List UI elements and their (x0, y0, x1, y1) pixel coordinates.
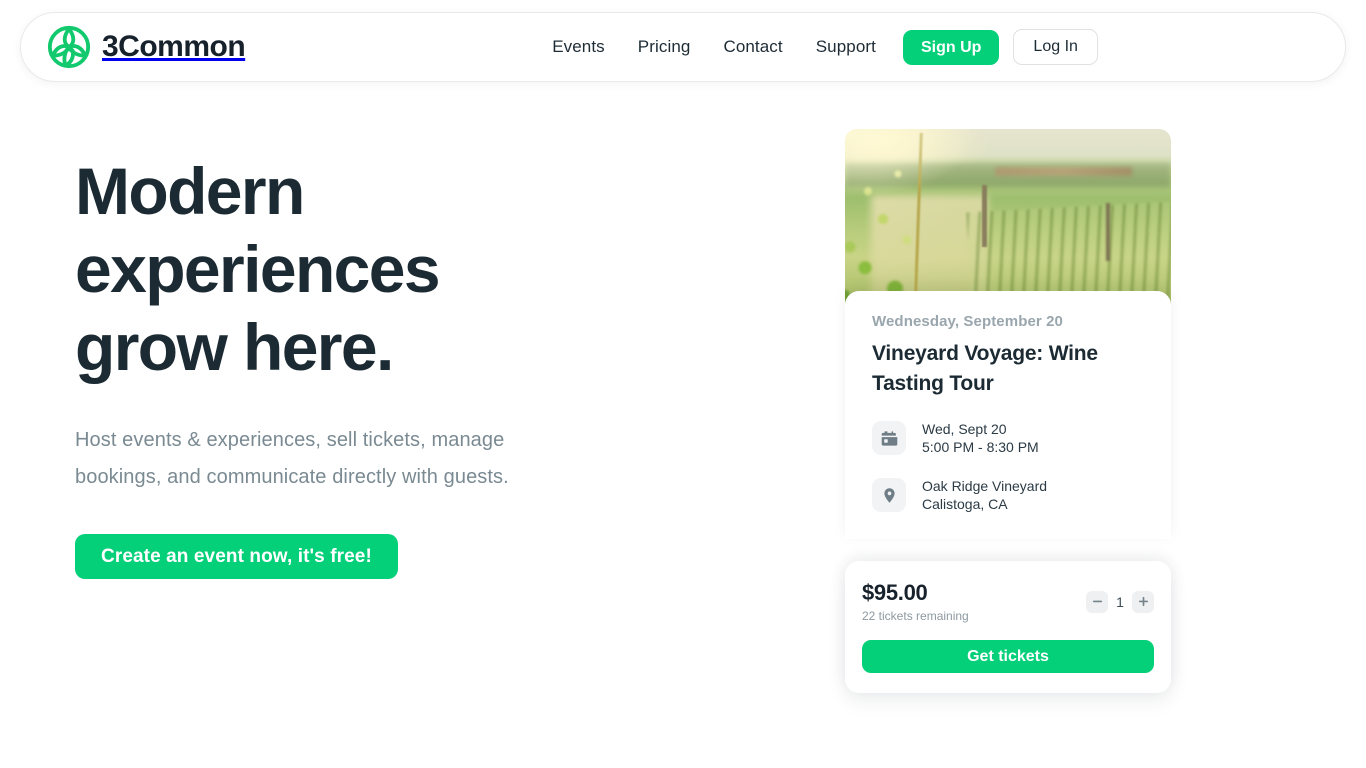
nav-link-support[interactable]: Support (816, 37, 876, 57)
event-city-line: Calistoga, CA (922, 496, 1008, 512)
nav-link-pricing[interactable]: Pricing (638, 37, 691, 57)
event-date-label: Wednesday, September 20 (872, 313, 1144, 330)
event-meta-date: Wed, Sept 20 5:00 PM - 8:30 PM (872, 420, 1144, 456)
create-event-button[interactable]: Create an event now, it's free! (75, 534, 398, 579)
ticket-top-row: $95.00 22 tickets remaining 1 (862, 580, 1154, 623)
nav-link-contact[interactable]: Contact (723, 37, 782, 57)
hero-subtitle: Host events & experiences, sell tickets,… (75, 422, 595, 496)
plus-icon[interactable] (1132, 591, 1154, 613)
landing-page: 3Common Events Pricing Contact Support S… (0, 0, 1366, 768)
event-card: Wednesday, September 20 Vineyard Voyage:… (845, 129, 1171, 539)
hero-section: Modern experiences grow here. Host event… (75, 152, 715, 579)
photo-sun-glow (845, 129, 1171, 313)
event-meta-date-text: Wed, Sept 20 5:00 PM - 8:30 PM (922, 420, 1039, 456)
log-in-button[interactable]: Log In (1013, 29, 1097, 65)
brand-name: 3Common (102, 30, 245, 64)
event-meta-location: Oak Ridge Vineyard Calistoga, CA (872, 477, 1144, 513)
auth-actions: Sign Up Log In (903, 29, 1098, 65)
event-meta-location-text: Oak Ridge Vineyard Calistoga, CA (922, 477, 1047, 513)
nav-link-events[interactable]: Events (552, 37, 605, 57)
event-date-line: Wed, Sept 20 (922, 421, 1007, 437)
quantity-stepper: 1 (1086, 591, 1154, 613)
event-info-panel: Wednesday, September 20 Vineyard Voyage:… (845, 291, 1171, 539)
sign-up-button[interactable]: Sign Up (903, 30, 999, 65)
event-venue-line: Oak Ridge Vineyard (922, 478, 1047, 494)
tickets-remaining: 22 tickets remaining (862, 609, 969, 623)
ticket-price: $95.00 (862, 580, 969, 606)
main-nav: Events Pricing Contact Support (552, 37, 876, 57)
site-header: 3Common Events Pricing Contact Support S… (20, 12, 1346, 82)
flower-wheel-logo-icon (46, 24, 92, 70)
brand-logo-link[interactable]: 3Common (46, 24, 245, 70)
event-time-line: 5:00 PM - 8:30 PM (922, 439, 1039, 455)
calendar-icon (872, 421, 906, 455)
page-title: Modern experiences grow here. (75, 152, 595, 386)
quantity-value: 1 (1116, 594, 1124, 610)
get-tickets-button[interactable]: Get tickets (862, 640, 1154, 673)
ticket-price-block: $95.00 22 tickets remaining (862, 580, 969, 623)
minus-icon[interactable] (1086, 591, 1108, 613)
ticket-purchase-card: $95.00 22 tickets remaining 1 (845, 561, 1171, 693)
event-photo (845, 129, 1171, 313)
map-pin-icon (872, 478, 906, 512)
event-title: Vineyard Voyage: Wine Tasting Tour (872, 339, 1144, 399)
